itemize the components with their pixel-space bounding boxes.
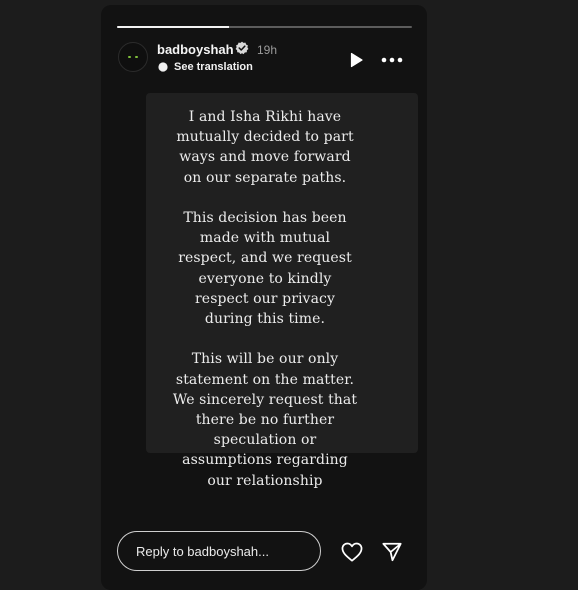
- story-statement-text: I and Isha Rikhi have mutually decided t…: [172, 109, 358, 489]
- username[interactable]: badboyshah: [157, 42, 234, 57]
- avatar[interactable]: [118, 42, 148, 72]
- heart-icon[interactable]: [341, 542, 363, 562]
- avatar-eye-left: [128, 56, 131, 58]
- reply-input[interactable]: [117, 531, 321, 571]
- verified-badge-icon: [235, 41, 249, 55]
- see-translation-link[interactable]: See translation: [174, 61, 253, 73]
- story-progress-fill: [117, 26, 230, 28]
- send-icon[interactable]: [381, 541, 403, 563]
- translate-icon: [158, 62, 168, 72]
- play-icon[interactable]: [348, 52, 364, 68]
- story-timestamp: 19h: [257, 43, 278, 57]
- page-background: badboyshah 19h See translation I and Ish…: [0, 0, 578, 590]
- more-options-icon[interactable]: [380, 52, 404, 68]
- story-header: badboyshah 19h See translation: [118, 40, 417, 80]
- story-progress-bar: [117, 26, 412, 28]
- story-viewer: badboyshah 19h See translation I and Ish…: [101, 5, 427, 590]
- avatar-eye-right: [135, 56, 138, 58]
